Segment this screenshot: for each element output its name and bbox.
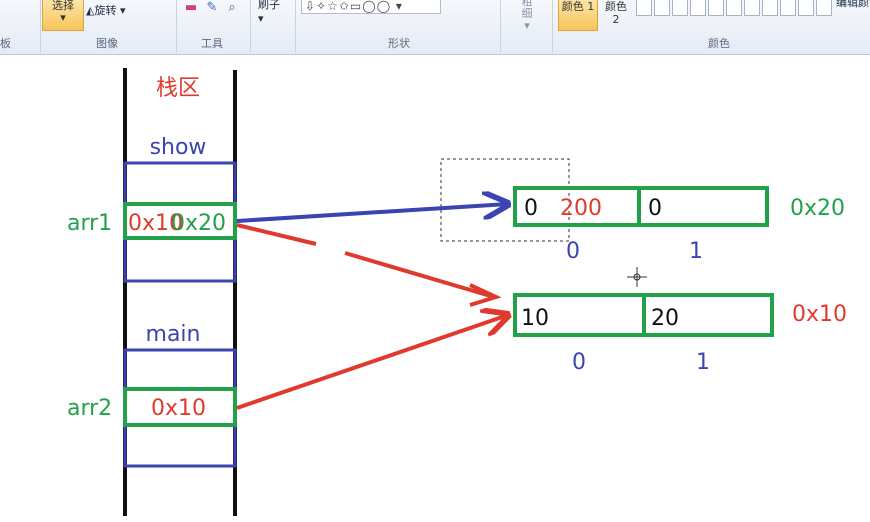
top-cell1-value: 0 — [648, 196, 662, 221]
image-group-label: 图像 — [96, 37, 118, 50]
ribbon-separator — [40, 0, 41, 52]
color1-button[interactable]: 颜色 1 — [558, 0, 598, 31]
bottom-array-address: 0x10 — [792, 302, 847, 327]
show-frame-label: show — [150, 135, 207, 160]
palette-swatch[interactable] — [654, 0, 670, 16]
chevron-down-icon: ▾ — [60, 11, 66, 24]
main-frame-label: main — [146, 322, 201, 347]
arr1-new-value: 0x20 — [171, 211, 226, 236]
palette-swatch[interactable] — [708, 0, 724, 16]
selection-rectangle[interactable] — [440, 158, 570, 242]
arr1-label: arr1 — [67, 211, 112, 236]
palette-swatch[interactable] — [798, 0, 814, 16]
chevron-down-icon: ▾ — [258, 12, 264, 25]
rotate-button[interactable]: ◭旋转 ▾ — [86, 2, 126, 18]
palette-swatch[interactable] — [762, 0, 778, 16]
magnifier-icon[interactable]: ⌕ — [224, 0, 240, 16]
arr1-pointer-arrow-new — [236, 204, 508, 223]
arr2-value: 0x10 — [151, 396, 206, 421]
ribbon-separator — [500, 0, 501, 52]
ribbon-separator — [250, 0, 251, 52]
arr1-pointer-arrow-old — [236, 223, 495, 299]
shapes-group-label: 形状 — [388, 37, 410, 50]
colors-group-label: 颜色 — [708, 37, 730, 50]
palette-swatch[interactable] — [726, 0, 742, 16]
brush-button[interactable]: 刷子 ▾ — [258, 0, 280, 25]
bottom-index-1: 1 — [696, 350, 710, 375]
ribbon-separator — [176, 0, 177, 52]
top-index-1: 1 — [689, 239, 703, 264]
eraser-icon[interactable]: ▬ — [183, 0, 199, 16]
color-picker-icon[interactable]: ✎ — [204, 0, 220, 16]
top-array-address: 0x20 — [790, 196, 845, 221]
crosshair-cursor-icon — [627, 267, 647, 287]
ribbon-separator — [295, 0, 296, 52]
bottom-cell1-value: 20 — [651, 306, 679, 331]
drawing-canvas[interactable]: 栈区 show 0x10 0x20 arr1 main 0x10 arr2 0 … — [0, 55, 870, 522]
palette-swatch[interactable] — [690, 0, 706, 16]
edit-colors-button[interactable]: 编辑颜色 — [836, 0, 870, 10]
bottom-index-0: 0 — [572, 350, 586, 375]
top-cell0-new: 200 — [560, 196, 602, 221]
palette-swatch[interactable] — [780, 0, 796, 16]
ribbon-separator — [552, 0, 553, 52]
top-index-0: 0 — [566, 239, 580, 264]
top-cell0-old: 0 — [524, 196, 538, 221]
select-button[interactable]: 选择 ▾ — [42, 0, 84, 31]
stack-title: 栈区 — [156, 76, 200, 101]
board-group-label: 板 — [0, 37, 11, 50]
arr2-label: arr2 — [67, 396, 112, 421]
palette-swatch[interactable] — [744, 0, 760, 16]
size-button[interactable]: 粗细 ▾ — [518, 0, 536, 32]
tools-group-label: 工具 — [201, 37, 223, 50]
palette-swatch[interactable] — [816, 0, 832, 16]
palette-swatch[interactable] — [672, 0, 688, 16]
arr2-pointer-arrow — [236, 315, 508, 410]
color2-button[interactable]: 颜色 2 — [600, 0, 632, 30]
shapes-gallery[interactable]: ⇩✧☆✩▭◯◯ ▾ — [301, 0, 441, 14]
ribbon-toolbar: 板 选择 ▾ ◭旋转 ▾ 图像 ▬ ✎ ⌕ 工具 刷子 ▾ ⇩✧☆✩▭◯◯ ▾ 形状… — [0, 0, 870, 55]
palette-swatch[interactable] — [636, 0, 652, 16]
bottom-cell0-value: 10 — [521, 306, 549, 331]
